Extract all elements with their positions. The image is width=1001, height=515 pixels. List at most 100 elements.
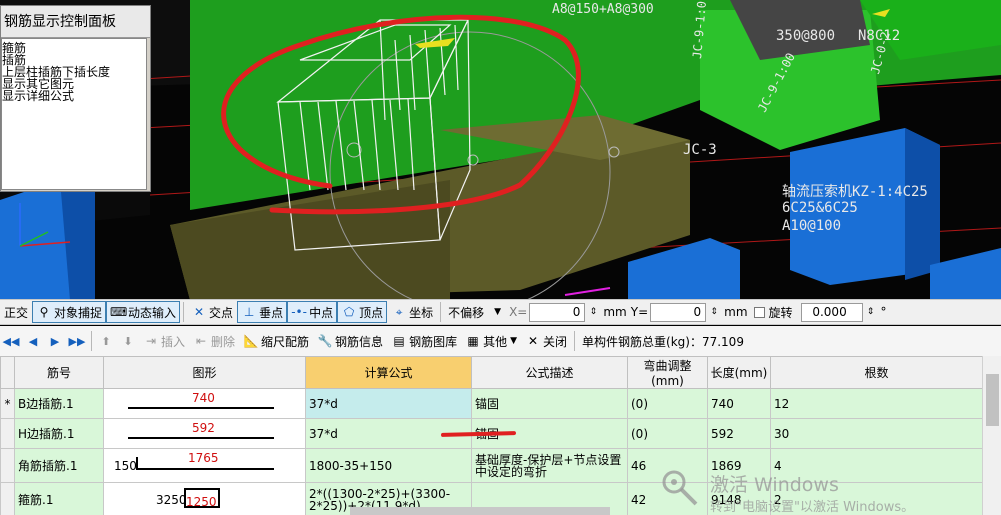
header-figure[interactable]: 图形 bbox=[103, 356, 306, 389]
vertex-label: 顶点 bbox=[359, 305, 384, 320]
offset-mode-select[interactable]: 不偏移 ▼ bbox=[444, 301, 505, 323]
close-button[interactable]: ✕ 关闭 bbox=[521, 330, 571, 352]
table-row[interactable]: * B边插筋.1 740 37*d 锚固 (0) 740 12 bbox=[0, 388, 982, 419]
rebar-library-button[interactable]: ▤ 钢筋图库 bbox=[387, 330, 461, 352]
rebar-info-button[interactable]: 🔧 钢筋信息 bbox=[313, 330, 387, 352]
vertex-snap-button[interactable]: ⬠ 顶点 bbox=[337, 301, 388, 323]
spin-icon[interactable]: ⇕ bbox=[706, 304, 722, 320]
figure-bend-length: 150 bbox=[114, 459, 137, 473]
midpoint-label: 中点 bbox=[309, 305, 334, 320]
dropdown-arrow-icon: ▼ bbox=[494, 307, 502, 317]
ortho-button[interactable]: 正交 bbox=[0, 301, 32, 323]
insert-button[interactable]: ⇥ 插入 bbox=[139, 330, 189, 352]
other-menu-button[interactable]: ▦ 其他 ▼ bbox=[461, 330, 521, 352]
delete-icon: ⇤ bbox=[195, 334, 207, 348]
cell-figure[interactable]: 740 bbox=[103, 388, 306, 419]
row-marker bbox=[0, 448, 15, 483]
cell-formula[interactable]: 37*d bbox=[305, 388, 472, 419]
perpendicular-snap-button[interactable]: ⊥ 垂点 bbox=[237, 301, 288, 323]
total-weight-text: 单构件钢筋总重(kg)：77.109 bbox=[582, 334, 744, 349]
cell-bend[interactable]: (0) bbox=[627, 388, 708, 419]
insert-icon: ⇥ bbox=[145, 334, 157, 348]
degree-symbol: ° bbox=[880, 305, 887, 319]
figure-dimension: 1765 bbox=[188, 451, 219, 465]
watermark-line1: 激活 Windows bbox=[710, 474, 839, 496]
figure-dimension: 1250 bbox=[186, 495, 217, 509]
header-formula[interactable]: 计算公式 bbox=[305, 356, 472, 389]
previous-record-icon[interactable]: ◀ bbox=[22, 335, 44, 348]
midpoint-snap-button[interactable]: -•- 中点 bbox=[287, 301, 338, 323]
separator bbox=[440, 302, 442, 322]
library-icon: ▤ bbox=[393, 334, 405, 348]
label-kz1-line3: A10@100 bbox=[782, 218, 842, 234]
pentagon-icon: ⬠ bbox=[343, 305, 355, 319]
cell-bend[interactable]: (0) bbox=[627, 418, 708, 449]
vertical-scrollbar[interactable] bbox=[982, 356, 1001, 515]
header-bend-adjust[interactable]: 弯曲调整(mm) bbox=[627, 356, 708, 389]
intersection-snap-button[interactable]: ✕ 交点 bbox=[187, 301, 237, 323]
cell-length[interactable]: 740 bbox=[707, 388, 771, 419]
rotate-checkbox[interactable] bbox=[753, 306, 765, 318]
delete-label: 删除 bbox=[211, 334, 236, 349]
scrollbar-thumb[interactable] bbox=[986, 374, 999, 426]
dynamic-input-label: 动态输入 bbox=[128, 305, 177, 320]
cell-figure[interactable]: 150 1765 bbox=[103, 448, 306, 483]
table-header-row: 筋号 图形 计算公式 公式描述 弯曲调整(mm) 长度(mm) 根数 bbox=[0, 356, 982, 389]
panel-option-show-detailed-formula[interactable]: 显示详细公式 bbox=[2, 90, 146, 102]
scale-rebar-label: 缩尺配筋 bbox=[261, 334, 310, 349]
rotate-angle-input[interactable]: 0.000 bbox=[800, 302, 863, 322]
y-label: Y= bbox=[630, 305, 649, 319]
next-record-icon[interactable]: ▶ bbox=[44, 335, 66, 348]
cell-name[interactable]: H边插筋.1 bbox=[14, 418, 104, 449]
rebar-info-label: 钢筋信息 bbox=[335, 334, 384, 349]
y-unit: mm bbox=[724, 305, 748, 319]
cell-desc[interactable]: 锚固 bbox=[471, 388, 628, 419]
cell-figure[interactable]: 592 bbox=[103, 418, 306, 449]
object-snap-button[interactable]: ⚲ 对象捕捉 bbox=[32, 301, 107, 323]
header-bar-no[interactable]: 筋号 bbox=[14, 356, 104, 389]
move-up-icon[interactable]: ⬆ bbox=[95, 335, 117, 348]
header-count[interactable]: 根数 bbox=[770, 356, 982, 389]
label-kz1-line2: 6C25&6C25 bbox=[782, 200, 858, 216]
cell-count[interactable]: 12 bbox=[770, 388, 982, 419]
cell-desc[interactable]: 基础厚度-保护层+节点设置中设定的弯折 bbox=[471, 448, 628, 483]
rebar-toolbar: ◀◀ ◀ ▶ ▶▶ ⬆ ⬇ ⇥ 插入 ⇤ 删除 📐 缩尺配筋 🔧 钢筋信息 ▤ 钢筋图库 … bbox=[0, 326, 1001, 356]
header-formula-desc[interactable]: 公式描述 bbox=[471, 356, 628, 389]
figure-stirrup-length: 3250 bbox=[156, 493, 187, 507]
x-unit: mm bbox=[603, 305, 627, 319]
cell-formula[interactable]: 1800-35+150 bbox=[305, 448, 472, 483]
scale-rebar-button[interactable]: 📐 缩尺配筋 bbox=[239, 330, 313, 352]
first-record-icon[interactable]: ◀◀ bbox=[0, 335, 22, 348]
coordinate-icon: ⌖ bbox=[395, 305, 403, 319]
header-length[interactable]: 长度(mm) bbox=[707, 356, 771, 389]
cell-name[interactable]: 箍筋.1 bbox=[14, 482, 104, 515]
rotate-label: 旋转 bbox=[768, 305, 793, 320]
panel-option-list[interactable]: 箍筋 插筋 上层柱插筋下插长度 显示其它图元 显示详细公式 bbox=[1, 38, 147, 190]
cell-figure[interactable]: 3250 1250 bbox=[103, 482, 306, 515]
rebar-info-icon: 🔧 bbox=[317, 334, 333, 348]
spin-icon[interactable]: ⇕ bbox=[585, 304, 601, 320]
spin-icon[interactable]: ⇕ bbox=[863, 304, 879, 320]
cross-icon: ✕ bbox=[194, 305, 205, 319]
dynamic-input-button[interactable]: ⌨ 动态输入 bbox=[106, 301, 181, 323]
cell-name[interactable]: B边插筋.1 bbox=[14, 388, 104, 419]
rebar-library-label: 钢筋图库 bbox=[409, 334, 458, 349]
y-coordinate-input[interactable]: 0 bbox=[650, 302, 707, 322]
ortho-label: 正交 bbox=[4, 305, 29, 320]
separator bbox=[91, 331, 92, 351]
x-coordinate-input[interactable]: 0 bbox=[529, 302, 586, 322]
other-label: 其他 bbox=[483, 334, 508, 349]
cell-count[interactable]: 30 bbox=[770, 418, 982, 449]
cell-name[interactable]: 角筋插筋.1 bbox=[14, 448, 104, 483]
last-record-icon[interactable]: ▶▶ bbox=[66, 335, 88, 348]
delete-button[interactable]: ⇤ 删除 bbox=[189, 330, 239, 352]
move-down-icon[interactable]: ⬇ bbox=[117, 335, 139, 348]
horizontal-scrollbar-thumb[interactable] bbox=[350, 507, 610, 515]
offset-mode-value: 不偏移 bbox=[448, 305, 485, 320]
midpoint-icon: -•- bbox=[291, 305, 307, 319]
dropdown-arrow-icon: ▼ bbox=[510, 336, 518, 346]
cell-length[interactable]: 592 bbox=[707, 418, 771, 449]
coordinate-button[interactable]: ⌖ 坐标 bbox=[387, 301, 437, 323]
figure-dimension: 740 bbox=[192, 391, 215, 405]
row-marker bbox=[0, 482, 15, 515]
